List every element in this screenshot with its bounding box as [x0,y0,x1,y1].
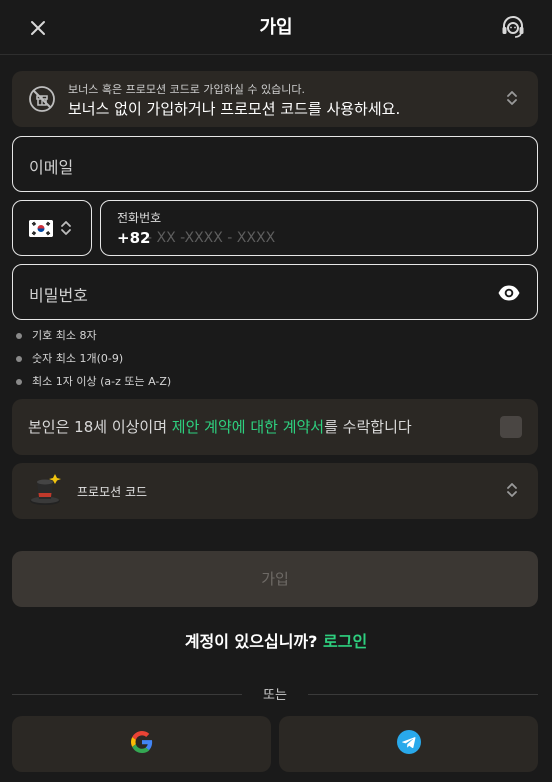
chevron-updown-icon [60,219,72,241]
password-placeholder: 비밀번호 [29,286,88,305]
password-rule: 숫자 최소 1개(0-9) [16,350,171,373]
no-bonus-icon [28,85,56,113]
chevron-updown-icon [506,89,518,111]
divider-line [308,694,538,695]
telegram-login-button[interactable] [279,716,538,772]
promo-code-label: 프로모션 코드 [77,485,148,499]
terms-suffix: 를 수락합니다 [324,418,412,436]
terms-prefix: 본인은 18세 이상이며 [28,418,172,436]
email-field[interactable]: 이메일 [12,136,538,192]
signup-button[interactable]: 가입 [12,551,538,607]
password-rules: 기호 최소 8자 숫자 최소 1개(0-9) 최소 1자 이상 (a-z 또는 … [16,327,171,396]
magic-hat-icon [28,472,64,512]
terms-link[interactable]: 제안 계약에 대한 계약서 [172,418,324,436]
page-title: 가입 [259,17,293,38]
country-code-select[interactable] [12,200,92,256]
phone-country-code: +82 [117,229,151,247]
promo-code-selector[interactable]: 프로모션 코드 [12,463,538,519]
password-field[interactable]: 비밀번호 [12,264,538,320]
terms-checkbox[interactable] [500,416,522,438]
login-prompt: 계정이 있으십니까? 로그인 [0,628,552,652]
south-korea-flag-icon [29,220,53,237]
chevron-updown-icon [506,481,518,503]
headset-support-icon[interactable] [496,10,530,44]
terms-agreement: 본인은 18세 이상이며 제안 계약에 대한 계약서를 수락합니다 [12,399,538,455]
password-rule: 기호 최소 8자 [16,327,171,350]
phone-placeholder: - XX -XXXX - XXXX [147,230,276,246]
phone-label: 전화번호 [117,211,162,225]
phone-field[interactable]: 전화번호 +82 - XX -XXXX - XXXX [100,200,538,256]
terms-text: 본인은 18세 이상이며 제안 계약에 대한 계약서를 수락합니다 [28,416,412,437]
login-question: 계정이 있으십니까? [184,632,323,651]
bonus-subtitle: 보너스 혹은 프로모션 코드로 가입하실 수 있습니다. [68,83,305,96]
google-icon [130,731,153,757]
password-rule: 최소 1자 이상 (a-z 또는 A-Z) [16,373,171,396]
bonus-selector[interactable]: 보너스 혹은 프로모션 코드로 가입하실 수 있습니다. 보너스 없이 가입하거… [12,71,538,127]
bonus-title: 보너스 없이 가입하거나 프로모션 코드를 사용하세요. [68,100,401,118]
email-placeholder: 이메일 [29,158,74,177]
google-login-button[interactable] [12,716,271,772]
eye-icon[interactable] [497,281,521,309]
login-link[interactable]: 로그인 [323,632,367,651]
header: 가입 [0,0,552,55]
or-divider: 또는 [12,688,538,703]
telegram-icon [396,730,421,758]
